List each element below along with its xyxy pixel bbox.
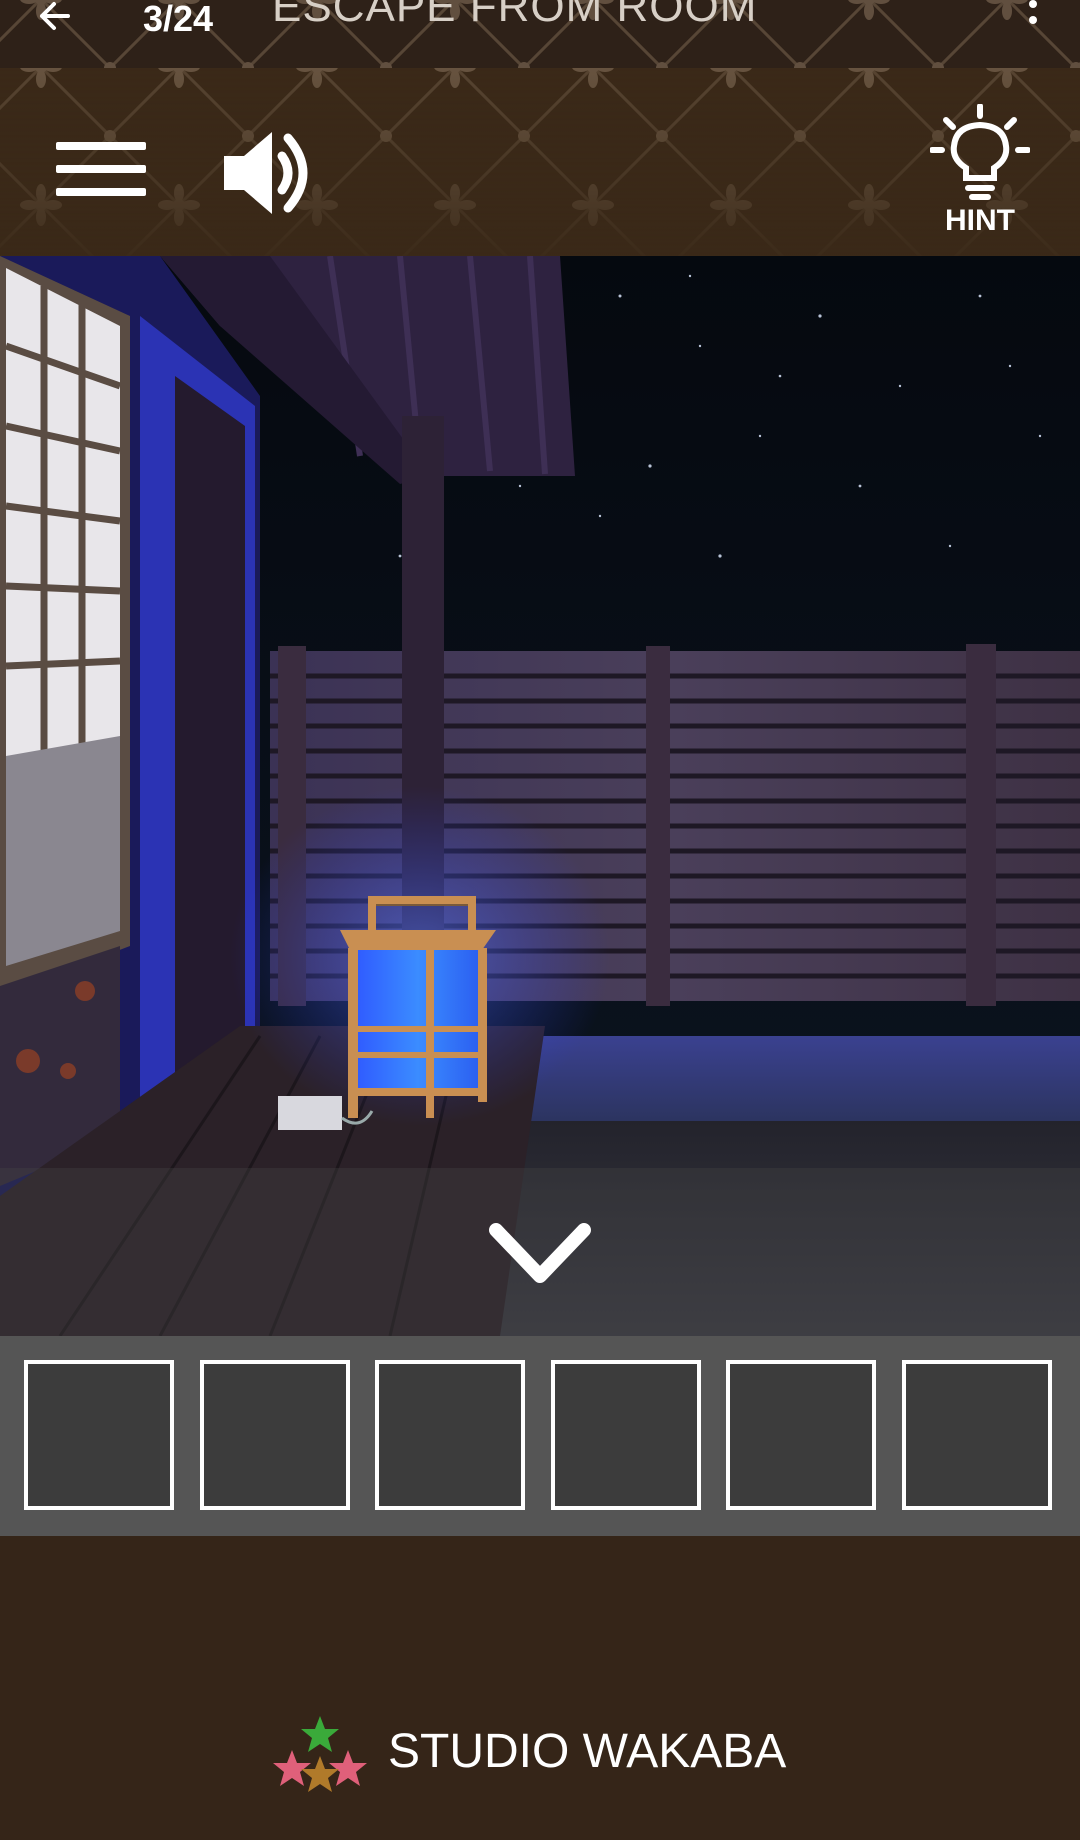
more-vert-icon[interactable] [1018,0,1048,40]
hint-label: HINT [945,204,1015,237]
inventory-slot-2[interactable] [200,1360,350,1510]
game-scene[interactable] [0,256,1080,1336]
hint-button[interactable]: HINT [929,103,1031,237]
kimono-pattern-background [0,68,1080,256]
stars-leaf-logo [273,1716,367,1792]
hamburger-menu-icon[interactable] [56,142,146,202]
inventory-slot-3[interactable] [375,1360,525,1510]
game-toolbar [0,68,1080,256]
lightbulb-icon [929,103,1031,200]
footer: STUDIO WAKABA [0,1536,1080,1840]
studio-name: STUDIO WAKABA [388,1725,787,1778]
speaker-volume-icon[interactable] [222,128,316,218]
arrow-left-icon[interactable] [30,0,86,34]
app-title: ESCAPE FROM ROOM [272,0,758,31]
inventory-bar [0,1336,1080,1536]
inventory-slot-4[interactable] [551,1360,701,1510]
inventory-slot-1[interactable] [24,1360,174,1510]
chevron-down-icon[interactable] [488,1220,592,1290]
level-counter: 3/24 [143,0,214,39]
inventory-slot-5[interactable] [726,1360,876,1510]
app-bar: 3/24 ESCAPE FROM ROOM [0,0,1080,68]
inventory-slot-6[interactable] [902,1360,1052,1510]
